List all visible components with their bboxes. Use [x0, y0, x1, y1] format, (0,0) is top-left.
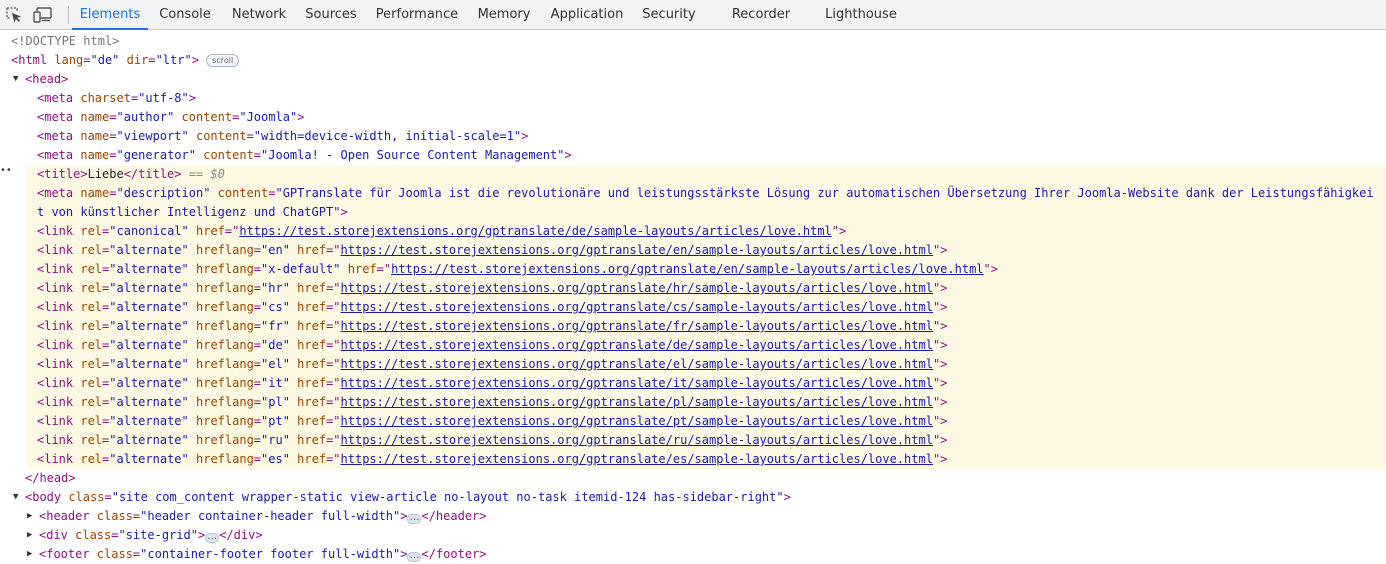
toolbar-separator — [68, 6, 69, 24]
tab-application[interactable]: Application — [546, 0, 628, 30]
meta-charset-value: "utf-8" — [138, 91, 189, 105]
tree-line-head-close[interactable]: </head> — [0, 469, 1386, 488]
ellipsis-expand-icon[interactable]: … — [407, 513, 422, 524]
alternate-href-link[interactable]: https://test.storejextensions.org/gptran… — [341, 338, 933, 352]
tree-line-link-alternate[interactable]: <link rel="alternate" hreflang="hr" href… — [26, 279, 1386, 298]
meta-author-content: "Joomla" — [239, 110, 298, 124]
tab-lighthouse[interactable]: Lighthouse — [820, 0, 902, 30]
expand-triangle-icon[interactable]: ▼ — [13, 70, 18, 89]
tab-console[interactable]: Console — [152, 0, 218, 30]
tree-line-link-alternate[interactable]: <link rel="alternate" hreflang="el" href… — [26, 355, 1386, 374]
alternate-href-link[interactable]: https://test.storejextensions.org/gptran… — [341, 414, 933, 428]
html-tag-open: <html — [11, 53, 55, 67]
tree-line-meta-description[interactable]: <meta name="description" content="GPTran… — [26, 184, 1386, 203]
alternate-href-link[interactable]: https://test.storejextensions.org/gptran… — [341, 243, 933, 257]
title-text: Liebe — [87, 167, 124, 181]
collapsed-triangle-icon[interactable]: ▶ — [27, 526, 32, 545]
meta-description-content-2: t von künstlicher Intelligenz und ChatGP… — [37, 205, 341, 219]
hreflang-value: "es" — [261, 452, 290, 466]
more-actions-icon[interactable]: •• — [0, 165, 12, 176]
tree-line-link-alternate[interactable]: <link rel="alternate" hreflang="de" href… — [26, 336, 1386, 355]
alternate-href-link[interactable]: https://test.storejextensions.org/gptran… — [341, 395, 933, 409]
alternate-href-link[interactable]: https://test.storejextensions.org/gptran… — [341, 452, 933, 466]
head-tag-close: </head> — [25, 471, 76, 485]
ellipsis-expand-icon[interactable]: … — [205, 532, 220, 543]
tree-line-header[interactable]: ▶ <header class="header container-header… — [0, 507, 1386, 526]
meta-generator-content: "Joomla! - Open Source Content Managemen… — [261, 148, 565, 162]
tree-line-link-alternate[interactable]: <link rel="alternate" hreflang="pl" href… — [26, 393, 1386, 412]
tree-line-link-alternate[interactable]: <link rel="alternate" hreflang="en" href… — [26, 241, 1386, 260]
meta-viewport-content: "width=device-width, initial-scale=1" — [253, 129, 522, 143]
hreflang-value: "it" — [261, 376, 290, 390]
tree-line-link-alternate[interactable]: <link rel="alternate" hreflang="cs" href… — [26, 298, 1386, 317]
expand-triangle-icon[interactable]: ▼ — [13, 488, 18, 507]
scroll-badge[interactable]: scroll — [206, 54, 240, 67]
doctype-text: <!DOCTYPE html> — [11, 34, 120, 48]
tree-line-meta-description-wrap[interactable]: t von künstlicher Intelligenz und ChatGP… — [26, 203, 1386, 222]
hreflang-value: "fr" — [261, 319, 290, 333]
html-lang-attr: lang — [54, 53, 84, 67]
header-class-value: "header container-header full-width" — [140, 509, 401, 523]
tree-line-meta-charset[interactable]: <meta charset="utf-8"> — [0, 89, 1386, 108]
head-tag-open: <head> — [25, 72, 69, 86]
alternate-href-link[interactable]: https://test.storejextensions.org/gptran… — [341, 376, 933, 390]
tab-recorder[interactable]: Recorder — [726, 0, 796, 30]
html-dir-value: "ltr" — [155, 53, 192, 67]
hreflang-value: "en" — [261, 243, 290, 257]
alternate-href-link[interactable]: https://test.storejextensions.org/gptran… — [341, 357, 933, 371]
tree-line-link-canonical[interactable]: <link rel="canonical" href="https://test… — [26, 222, 1386, 241]
html-lang-value: "de" — [90, 53, 120, 67]
collapsed-triangle-icon[interactable]: ▶ — [27, 507, 32, 526]
tree-line-link-alternate[interactable]: <link rel="alternate" hreflang="fr" href… — [26, 317, 1386, 336]
meta-description-content-1: "GPTranslate für Joomla ist die revoluti… — [275, 186, 1374, 200]
html-dir-attr: dir — [126, 53, 149, 67]
tree-line-doctype[interactable]: <!DOCTYPE html> — [0, 32, 1386, 51]
tree-line-link-alternate[interactable]: <link rel="alternate" hreflang="ru" href… — [26, 431, 1386, 450]
hreflang-value: "cs" — [261, 300, 290, 314]
tree-line-link-alternate[interactable]: <link rel="alternate" hreflang="it" href… — [26, 374, 1386, 393]
alternate-href-link[interactable]: https://test.storejextensions.org/gptran… — [341, 319, 933, 333]
tree-line-meta-viewport[interactable]: <meta name="viewport" content="width=dev… — [0, 127, 1386, 146]
footer-class-value: "container-footer footer full-width" — [140, 547, 401, 561]
hreflang-value: "ru" — [261, 433, 290, 447]
tab-security[interactable]: Security — [638, 0, 700, 30]
canonical-href-link[interactable]: https://test.storejextensions.org/gptran… — [239, 224, 831, 238]
hreflang-value: "de" — [261, 338, 290, 352]
tab-sources[interactable]: Sources — [300, 0, 362, 30]
devtools-toolbar: Elements Console Network Sources Perform… — [0, 0, 1386, 30]
tab-network[interactable]: Network — [226, 0, 292, 30]
tab-performance[interactable]: Performance — [372, 0, 462, 30]
hreflang-value: "pl" — [261, 395, 290, 409]
div-class-value: "site-grid" — [118, 528, 198, 542]
collapsed-triangle-icon[interactable]: ▶ — [27, 545, 32, 564]
tree-line-meta-author[interactable]: <meta name="author" content="Joomla"> — [0, 108, 1386, 127]
tab-memory[interactable]: Memory — [472, 0, 536, 30]
tree-line-footer[interactable]: ▶ <footer class="container-footer footer… — [0, 545, 1386, 564]
hreflang-value: "el" — [261, 357, 290, 371]
hreflang-value: "hr" — [261, 281, 290, 295]
tab-elements[interactable]: Elements — [72, 0, 148, 30]
tree-line-link-alternate[interactable]: <link rel="alternate" hreflang="es" href… — [26, 450, 1386, 469]
tree-line-link-alternate[interactable]: <link rel="alternate" hreflang="x-defaul… — [26, 260, 1386, 279]
alternate-href-link[interactable]: https://test.storejextensions.org/gptran… — [391, 262, 983, 276]
tree-line-html[interactable]: <html lang="de" dir="ltr"> scroll — [0, 51, 1386, 70]
inspect-element-icon[interactable] — [3, 4, 25, 26]
tree-line-link-alternate[interactable]: <link rel="alternate" hreflang="pt" href… — [26, 412, 1386, 431]
tree-line-div-site-grid[interactable]: ▶ <div class="site-grid">… </div> — [0, 526, 1386, 545]
alternate-href-link[interactable]: https://test.storejextensions.org/gptran… — [341, 300, 933, 314]
hreflang-value: "pt" — [261, 414, 290, 428]
body-class-value: "site com_content wrapper-static view-ar… — [111, 490, 784, 504]
tree-line-title-selected[interactable]: <title>Liebe</title> == $0 — [26, 165, 1386, 184]
tree-line-head[interactable]: ▼ <head> — [0, 70, 1386, 89]
tree-line-meta-generator[interactable]: <meta name="generator" content="Joomla! … — [0, 146, 1386, 165]
device-toolbar-icon[interactable] — [32, 4, 54, 26]
alternate-href-link[interactable]: https://test.storejextensions.org/gptran… — [341, 433, 933, 447]
hreflang-value: "x-default" — [261, 262, 341, 276]
alternate-href-link[interactable]: https://test.storejextensions.org/gptran… — [341, 281, 933, 295]
tree-line-body[interactable]: ▼ <body class="site com_content wrapper-… — [0, 488, 1386, 507]
selected-node-marker: == $0 — [188, 167, 225, 181]
ellipsis-expand-icon[interactable]: … — [407, 551, 422, 562]
